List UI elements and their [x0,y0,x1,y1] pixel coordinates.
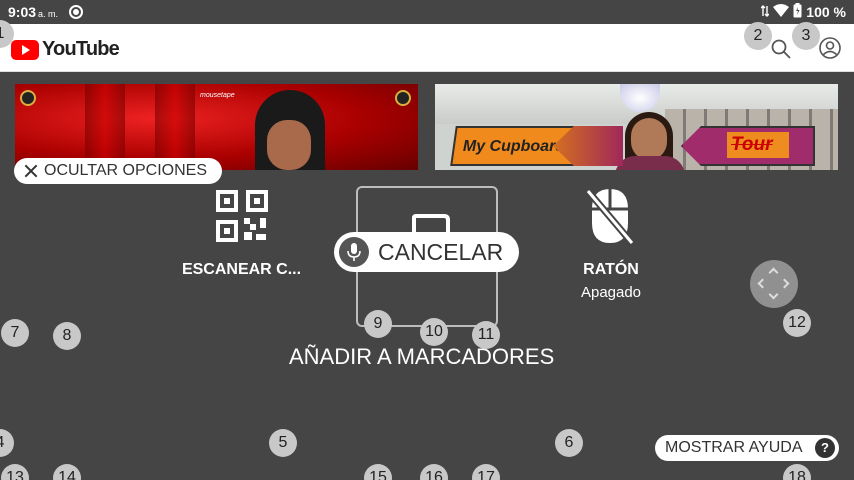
marker-17[interactable]: 17 [472,464,500,480]
channel-badge-icon [20,90,36,106]
youtube-play-icon [11,39,39,60]
youtube-logo-text: YouTube [42,38,120,60]
settings-dot-icon [69,5,83,19]
add-bookmark-button[interactable]: AÑADIR A MARCADORES [289,344,554,370]
marker-16[interactable]: 16 [420,464,448,480]
mouse-button-label[interactable]: RATÓN [560,261,662,279]
microphone-icon [339,237,369,267]
marker-3[interactable]: 3 [792,22,820,50]
mouse-off-icon[interactable] [585,187,635,250]
battery-icon [793,3,802,21]
marker-12[interactable]: 12 [783,309,811,337]
wifi-icon [773,4,790,20]
search-icon[interactable] [770,38,792,65]
data-arrows-icon [760,4,770,20]
chevron-up-icon [768,267,779,278]
marker-18[interactable]: 18 [783,464,811,480]
thumbnail-overlay-text: mousetape [200,92,235,99]
account-icon[interactable] [818,36,842,65]
marker-7[interactable]: 7 [1,319,29,347]
mouse-state: Apagado [580,284,642,301]
marker-5[interactable]: 5 [269,429,297,457]
thumbnail-face [267,120,311,170]
status-right: 100 % [760,3,846,21]
marker-9[interactable]: 9 [364,310,392,338]
youtube-header: YouTube [0,24,854,72]
cancel-label: CANCELAR [378,238,504,265]
hide-options-label: OCULTAR OPCIONES [44,162,207,179]
hide-options-button[interactable]: OCULTAR OPCIONES [14,158,222,184]
marker-2[interactable]: 2 [744,22,772,50]
marker-6[interactable]: 6 [555,429,583,457]
youtube-logo[interactable]: YouTube [11,38,120,61]
thumbnail-person-face [631,118,667,160]
screen: 9:03 a. m. 100 % YouTube mousetape My Cu… [0,0,854,480]
show-help-button[interactable]: MOSTRAR AYUDA ? [655,435,839,461]
scroll-pad-icon[interactable] [750,260,798,308]
marker-10[interactable]: 10 [420,318,448,346]
tour-label-box: Tour [727,132,789,158]
show-help-label: MOSTRAR AYUDA [665,439,803,456]
qr-code-icon[interactable] [216,190,268,247]
battery-level: 100 % [806,4,846,20]
marker-4[interactable]: 4 [0,429,14,457]
marker-8[interactable]: 8 [53,322,81,350]
thumbnail-person-body [615,156,685,170]
channel-badge-icon [395,90,411,106]
video-thumbnail-2[interactable]: My Cupboard Tour [435,84,838,170]
marker-14[interactable]: 14 [53,464,81,480]
chevron-down-icon [768,289,779,300]
marker-13[interactable]: 13 [1,464,29,480]
help-icon: ? [815,438,835,458]
cancel-button[interactable]: CANCELAR [334,232,519,272]
marker-11[interactable]: 11 [472,321,500,349]
status-time: 9:03 a. m. [8,4,59,20]
marker-15[interactable]: 15 [364,464,392,480]
status-bar: 9:03 a. m. 100 % [0,0,854,24]
chevron-right-icon [779,278,790,289]
scan-button-label[interactable]: ESCANEAR C... [170,261,313,279]
close-icon [22,162,40,180]
chevron-left-icon [757,278,768,289]
